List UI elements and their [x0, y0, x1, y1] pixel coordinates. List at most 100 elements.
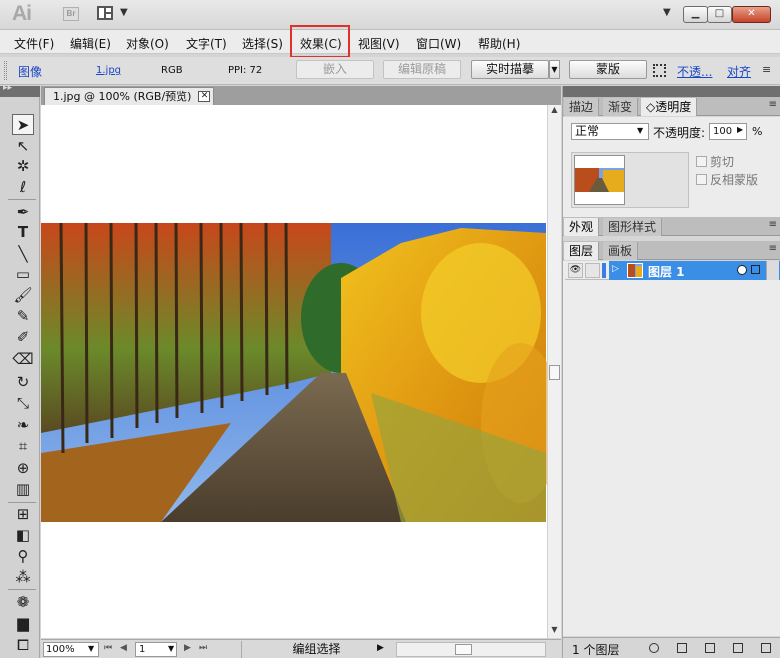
direct-selection-tool-icon[interactable]: ↖ — [12, 136, 34, 157]
expand-triangle-icon[interactable]: ▷ — [612, 264, 619, 274]
vertical-scroll-thumb[interactable] — [549, 365, 560, 380]
artboard-canvas[interactable] — [41, 105, 547, 638]
clip-checkbox-box[interactable] — [696, 156, 707, 167]
tab-layers[interactable]: 图层 — [564, 242, 600, 260]
panel-menu-icon[interactable]: ≡ — [769, 243, 777, 254]
blob-brush-tool-icon[interactable]: ✐ — [12, 327, 34, 348]
layer-row[interactable]: 👁 ▷ 图层 1 — [565, 261, 780, 280]
panel-menu-icon[interactable]: ≡ — [769, 219, 777, 230]
layers-scrollbar[interactable] — [766, 261, 779, 280]
trace-presets-chevron-icon[interactable]: ▼ — [549, 60, 560, 79]
new-layer-icon[interactable] — [733, 643, 743, 653]
placed-image[interactable] — [41, 105, 547, 638]
line-tool-icon[interactable]: ╲ — [12, 244, 34, 265]
graph-tool-icon[interactable]: ▥ — [12, 479, 34, 500]
invert-mask-checkbox-box[interactable] — [696, 174, 707, 185]
last-artboard-icon[interactable]: ⏭ — [199, 643, 207, 653]
object-thumbnail[interactable] — [574, 155, 625, 205]
vertical-scrollbar[interactable]: ▲ ▼ — [547, 105, 561, 638]
tools-panel-header[interactable]: ▸▸ — [0, 83, 40, 97]
type-tool-icon[interactable]: T — [12, 222, 34, 243]
status-menu-arrow-icon[interactable]: ▶ — [377, 643, 384, 653]
menu-help[interactable]: 帮助(H) — [478, 35, 520, 52]
menu-file[interactable]: 文件(F) — [14, 35, 54, 52]
layer-target-icon[interactable] — [737, 265, 747, 275]
magic-wand-tool-icon[interactable]: ✲ — [12, 156, 34, 177]
opacity-link[interactable]: 不透... — [677, 63, 712, 80]
tab-transparency[interactable]: ◇透明度 — [641, 98, 698, 116]
tab-gradient[interactable]: 渐变 — [603, 98, 639, 116]
status-text[interactable]: 编组选择 — [241, 641, 391, 658]
visibility-eye-icon[interactable]: 👁 — [568, 263, 583, 278]
panel-menu-icon[interactable]: ≡ — [769, 99, 777, 110]
minimize-button[interactable]: ▁ — [683, 6, 708, 23]
panel-dock-header[interactable] — [563, 86, 780, 97]
layer-selection-indicator[interactable] — [751, 265, 760, 274]
artboard-tool-icon[interactable]: ⧠ — [12, 635, 34, 656]
delete-layer-icon[interactable] — [761, 643, 771, 653]
scroll-up-icon[interactable]: ▲ — [548, 105, 561, 118]
edit-original-button[interactable]: 编辑原稿 — [383, 60, 461, 79]
align-link[interactable]: 对齐 — [727, 63, 751, 80]
warp-tool-icon[interactable]: ❧ — [12, 415, 34, 436]
tab-artboards[interactable]: 画板 — [603, 242, 639, 260]
document-tab[interactable]: 1.jpg @ 100% (RGB/预览) ✕ — [44, 87, 215, 105]
embed-button[interactable]: 嵌入 — [296, 60, 374, 79]
lock-toggle[interactable] — [585, 263, 600, 278]
locate-object-icon[interactable] — [649, 643, 659, 653]
eyedropper-tool-icon[interactable]: ⚲ — [12, 546, 34, 567]
menu-view[interactable]: 视图(V) — [358, 35, 400, 52]
gradient-tool-icon[interactable]: ◧ — [12, 525, 34, 546]
make-clipping-mask-icon[interactable] — [677, 643, 687, 653]
lasso-tool-icon[interactable]: ℓ — [12, 177, 34, 198]
mask-button[interactable]: 蒙版 — [569, 60, 647, 79]
tab-graphic-styles[interactable]: 图形样式 — [603, 218, 663, 236]
crop-marks-icon[interactable] — [653, 64, 666, 77]
free-transform-tool-icon[interactable]: ⌗ — [12, 436, 34, 457]
menu-type[interactable]: 文字(T) — [186, 35, 227, 52]
shape-builder-tool-icon[interactable]: ⊕ — [12, 458, 34, 479]
rotate-tool-icon[interactable]: ↻ — [12, 372, 34, 393]
workspace-switcher-chevron-icon[interactable]: ▼ — [663, 7, 671, 18]
symbol-sprayer-tool-icon[interactable]: ❁ — [12, 592, 34, 613]
bridge-button[interactable]: Br — [63, 7, 79, 21]
panel-menu-icon[interactable]: ≡ — [762, 63, 771, 76]
maximize-button[interactable]: □ — [707, 6, 732, 23]
horizontal-scrollbar[interactable] — [396, 642, 546, 657]
blend-tool-icon[interactable]: ⁂ — [12, 567, 34, 588]
mesh-tool-icon[interactable]: ⊞ — [12, 504, 34, 525]
layer-name[interactable]: 图层 1 — [648, 263, 685, 280]
tab-appearance[interactable]: 外观 — [564, 218, 600, 236]
menu-edit[interactable]: 编辑(E) — [70, 35, 111, 52]
live-trace-button[interactable]: 实时描摹 — [471, 60, 549, 79]
object-type-label[interactable]: 图像 — [18, 63, 42, 80]
pencil-tool-icon[interactable]: ✎ — [12, 306, 34, 327]
previous-artboard-icon[interactable]: ◀ — [120, 643, 127, 653]
control-bar-grip[interactable] — [4, 61, 7, 80]
scroll-down-icon[interactable]: ▼ — [548, 625, 561, 638]
next-artboard-icon[interactable]: ▶ — [184, 643, 191, 653]
menu-window[interactable]: 窗口(W) — [416, 35, 461, 52]
horizontal-scroll-thumb[interactable] — [455, 644, 472, 655]
blend-mode-chevron-icon[interactable]: ▼ — [637, 126, 643, 135]
selection-tool-icon[interactable]: ➤ — [12, 114, 34, 135]
menu-object[interactable]: 对象(O) — [126, 35, 169, 52]
invert-mask-checkbox[interactable]: 反相蒙版 — [696, 171, 758, 188]
close-tab-icon[interactable]: ✕ — [198, 91, 211, 102]
chevron-down-icon[interactable]: ▼ — [120, 7, 128, 18]
column-graph-tool-icon[interactable]: ▆ — [12, 613, 34, 634]
clip-checkbox[interactable]: 剪切 — [696, 153, 734, 170]
rectangle-tool-icon[interactable]: ▭ — [12, 264, 34, 285]
artboard-chevron-down-icon[interactable]: ▼ — [168, 644, 174, 653]
new-sublayer-icon[interactable] — [705, 643, 715, 653]
close-window-button[interactable]: ✕ — [732, 6, 771, 23]
opacity-stepper-icon[interactable]: ▶ — [737, 125, 743, 134]
first-artboard-icon[interactable]: ⏮ — [104, 643, 112, 653]
eraser-tool-icon[interactable]: ⌫ — [12, 349, 34, 370]
pen-tool-icon[interactable]: ✒ — [12, 202, 34, 223]
paintbrush-tool-icon[interactable]: 🖌 — [12, 285, 34, 306]
zoom-chevron-down-icon[interactable]: ▼ — [88, 644, 94, 653]
linked-file-link[interactable]: 1.jpg — [96, 65, 121, 76]
menu-select[interactable]: 选择(S) — [242, 35, 283, 52]
arrange-documents-icon[interactable] — [97, 6, 113, 20]
